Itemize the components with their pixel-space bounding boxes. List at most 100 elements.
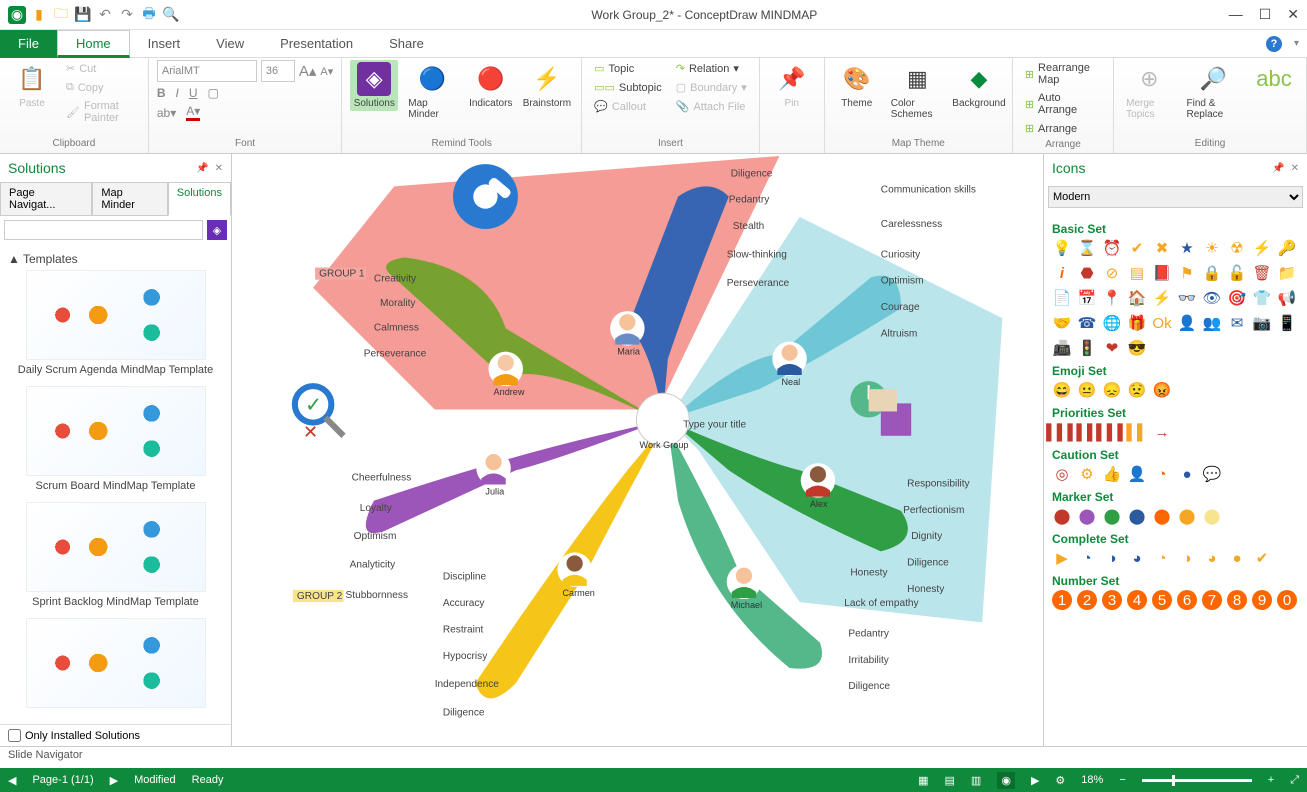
m4-icon[interactable]: ⬤ <box>1127 506 1147 526</box>
c4-icon[interactable]: 👤 <box>1127 464 1147 484</box>
hourglass-icon[interactable]: ⌛ <box>1077 238 1097 258</box>
solutions-search-button[interactable]: ◈ <box>207 220 227 240</box>
template-item[interactable]: Daily Scrum Agenda MindMap Template <box>8 270 223 376</box>
mobile-icon[interactable]: 📱 <box>1277 313 1297 333</box>
qat-print-icon[interactable]: 🖶 <box>140 6 158 24</box>
trash-icon[interactable]: 🗑 <box>1252 263 1272 283</box>
group1-label[interactable]: GROUP 1 <box>319 269 365 280</box>
pin-icon[interactable]: 📍 <box>1102 288 1122 308</box>
prev-page-icon[interactable]: ◀ <box>8 774 16 787</box>
grow-font-icon[interactable]: A▴ <box>299 62 317 80</box>
color-schemes-button[interactable]: ▦Color Schemes <box>887 60 948 122</box>
chart3-icon[interactable]: ▌▌▌ <box>1102 422 1122 442</box>
merge-button[interactable]: ⊕Merge Topics <box>1122 60 1176 122</box>
handshake-icon[interactable]: 🤝 <box>1052 313 1072 333</box>
flash-icon[interactable]: ⚡ <box>1152 288 1172 308</box>
font-name-input[interactable] <box>157 60 257 82</box>
mail-icon[interactable]: ✉ <box>1227 313 1247 333</box>
n8-icon[interactable]: 8 <box>1227 590 1247 610</box>
star-icon[interactable]: ★ <box>1177 238 1197 258</box>
c5-icon[interactable]: ◔ <box>1152 464 1172 484</box>
relation-button[interactable]: ↷ Relation ▾ <box>672 60 751 77</box>
unlock-icon[interactable]: 🔓 <box>1227 263 1247 283</box>
avatar-andrew[interactable]: Andrew <box>488 352 524 398</box>
italic-button[interactable]: I <box>176 86 179 100</box>
theme-button[interactable]: 🎨Theme <box>833 60 881 111</box>
shrink-font-icon[interactable]: A▾ <box>320 65 333 78</box>
qat-undo-icon[interactable]: ↶ <box>96 6 114 24</box>
help-icon[interactable]: ? <box>1266 36 1282 52</box>
brainstorm-button[interactable]: ⚡Brainstorm <box>521 60 573 111</box>
border-button[interactable]: ▢ <box>208 86 219 100</box>
gift-icon[interactable]: 🎁 <box>1127 313 1147 333</box>
n6-icon[interactable]: 6 <box>1177 590 1197 610</box>
p2-icon[interactable]: ◑ <box>1102 548 1122 568</box>
chart4-icon[interactable]: ▌▌ <box>1127 422 1147 442</box>
template-item[interactable]: Sprint Backlog MindMap Template <box>8 502 223 608</box>
view4-icon[interactable]: ◉ <box>997 772 1015 789</box>
bolt-icon[interactable]: ⚡ <box>1252 238 1272 258</box>
p1-icon[interactable]: ◔ <box>1077 548 1097 568</box>
radiation-icon[interactable]: ☢ <box>1227 238 1247 258</box>
p3-icon[interactable]: ◕ <box>1127 548 1147 568</box>
check-icon[interactable]: ✔ <box>1127 238 1147 258</box>
group-icon[interactable]: 👥 <box>1202 313 1222 333</box>
pin-right-icon[interactable]: 📌 <box>1272 163 1284 174</box>
n7-icon[interactable]: 7 <box>1202 590 1222 610</box>
folder-icon[interactable]: 📁 <box>1277 263 1297 283</box>
tab-insert[interactable]: Insert <box>130 30 199 58</box>
underline-button[interactable]: U <box>189 86 198 100</box>
settings-icon[interactable]: ⚙ <box>1055 774 1065 787</box>
tab-home[interactable]: Home <box>57 30 130 58</box>
group2-label[interactable]: GROUP 2 <box>297 591 343 602</box>
c2-icon[interactable]: ⚙ <box>1077 464 1097 484</box>
n9-icon[interactable]: 9 <box>1252 590 1272 610</box>
n1-icon[interactable]: 1 <box>1052 590 1072 610</box>
tab-page-navigator[interactable]: Page Navigat... <box>0 182 92 216</box>
only-installed-checkbox[interactable] <box>8 729 21 742</box>
minimize-button[interactable]: — <box>1229 6 1243 23</box>
sun-icon[interactable]: ☀ <box>1202 238 1222 258</box>
tab-view[interactable]: View <box>198 30 262 58</box>
key-icon[interactable]: 🔑 <box>1277 238 1297 258</box>
zoom-out-icon[interactable]: − <box>1119 774 1125 786</box>
center-label[interactable]: Work Group <box>640 440 689 450</box>
tab-map-minder[interactable]: Map Minder <box>92 182 167 216</box>
fit-icon[interactable]: ⤢ <box>1290 774 1299 787</box>
n5-icon[interactable]: 5 <box>1152 590 1172 610</box>
tab-solutions[interactable]: Solutions <box>168 182 231 216</box>
p0-icon[interactable]: ▶ <box>1052 548 1072 568</box>
view1-icon[interactable]: ▦ <box>918 774 928 787</box>
next-page-icon[interactable]: ▶ <box>110 774 118 787</box>
play-icon[interactable]: ▶ <box>1031 774 1039 787</box>
pdone-icon[interactable]: ✔ <box>1252 548 1272 568</box>
cool-icon[interactable]: 😎 <box>1127 338 1147 358</box>
house-icon[interactable]: 🏠 <box>1127 288 1147 308</box>
p4-icon[interactable]: ◔ <box>1152 548 1172 568</box>
n2-icon[interactable]: 2 <box>1077 590 1097 610</box>
callout-button[interactable]: 💬 Callout <box>590 98 666 115</box>
bulb-icon[interactable]: 💡 <box>1052 238 1072 258</box>
maximize-button[interactable]: ☐ <box>1259 6 1272 23</box>
m7-icon[interactable]: ⬤ <box>1202 506 1222 526</box>
font-size-input[interactable] <box>261 60 295 82</box>
shirt-icon[interactable]: 👕 <box>1252 288 1272 308</box>
eye-icon[interactable]: 👁 <box>1202 288 1222 308</box>
qat-redo-icon[interactable]: ↷ <box>118 6 136 24</box>
avatar-michael[interactable]: Michael <box>727 565 762 611</box>
arrow-icon[interactable]: → <box>1152 422 1172 442</box>
qat-preview-icon[interactable]: 🔍 <box>162 6 180 24</box>
boundary-button[interactable]: ▢ Boundary ▾ <box>672 79 751 96</box>
rearrange-button[interactable]: ⊞ Rearrange Map <box>1021 60 1105 88</box>
highlight-button[interactable]: ab▾ <box>157 106 176 120</box>
emoji-sad-icon[interactable]: 😞 <box>1102 380 1122 400</box>
view2-icon[interactable]: ▤ <box>945 774 955 787</box>
tab-share[interactable]: Share <box>371 30 442 58</box>
emoji-neutral-icon[interactable]: 😐 <box>1077 380 1097 400</box>
pin-button[interactable]: 📌Pin <box>768 60 816 111</box>
format-painter-button[interactable]: 🖌 Format Painter <box>62 98 140 126</box>
person-icon[interactable]: 👤 <box>1177 313 1197 333</box>
glasses-icon[interactable]: 👓 <box>1177 288 1197 308</box>
qat-new-icon[interactable]: ▮ <box>30 6 48 24</box>
c6-icon[interactable]: ● <box>1177 464 1197 484</box>
